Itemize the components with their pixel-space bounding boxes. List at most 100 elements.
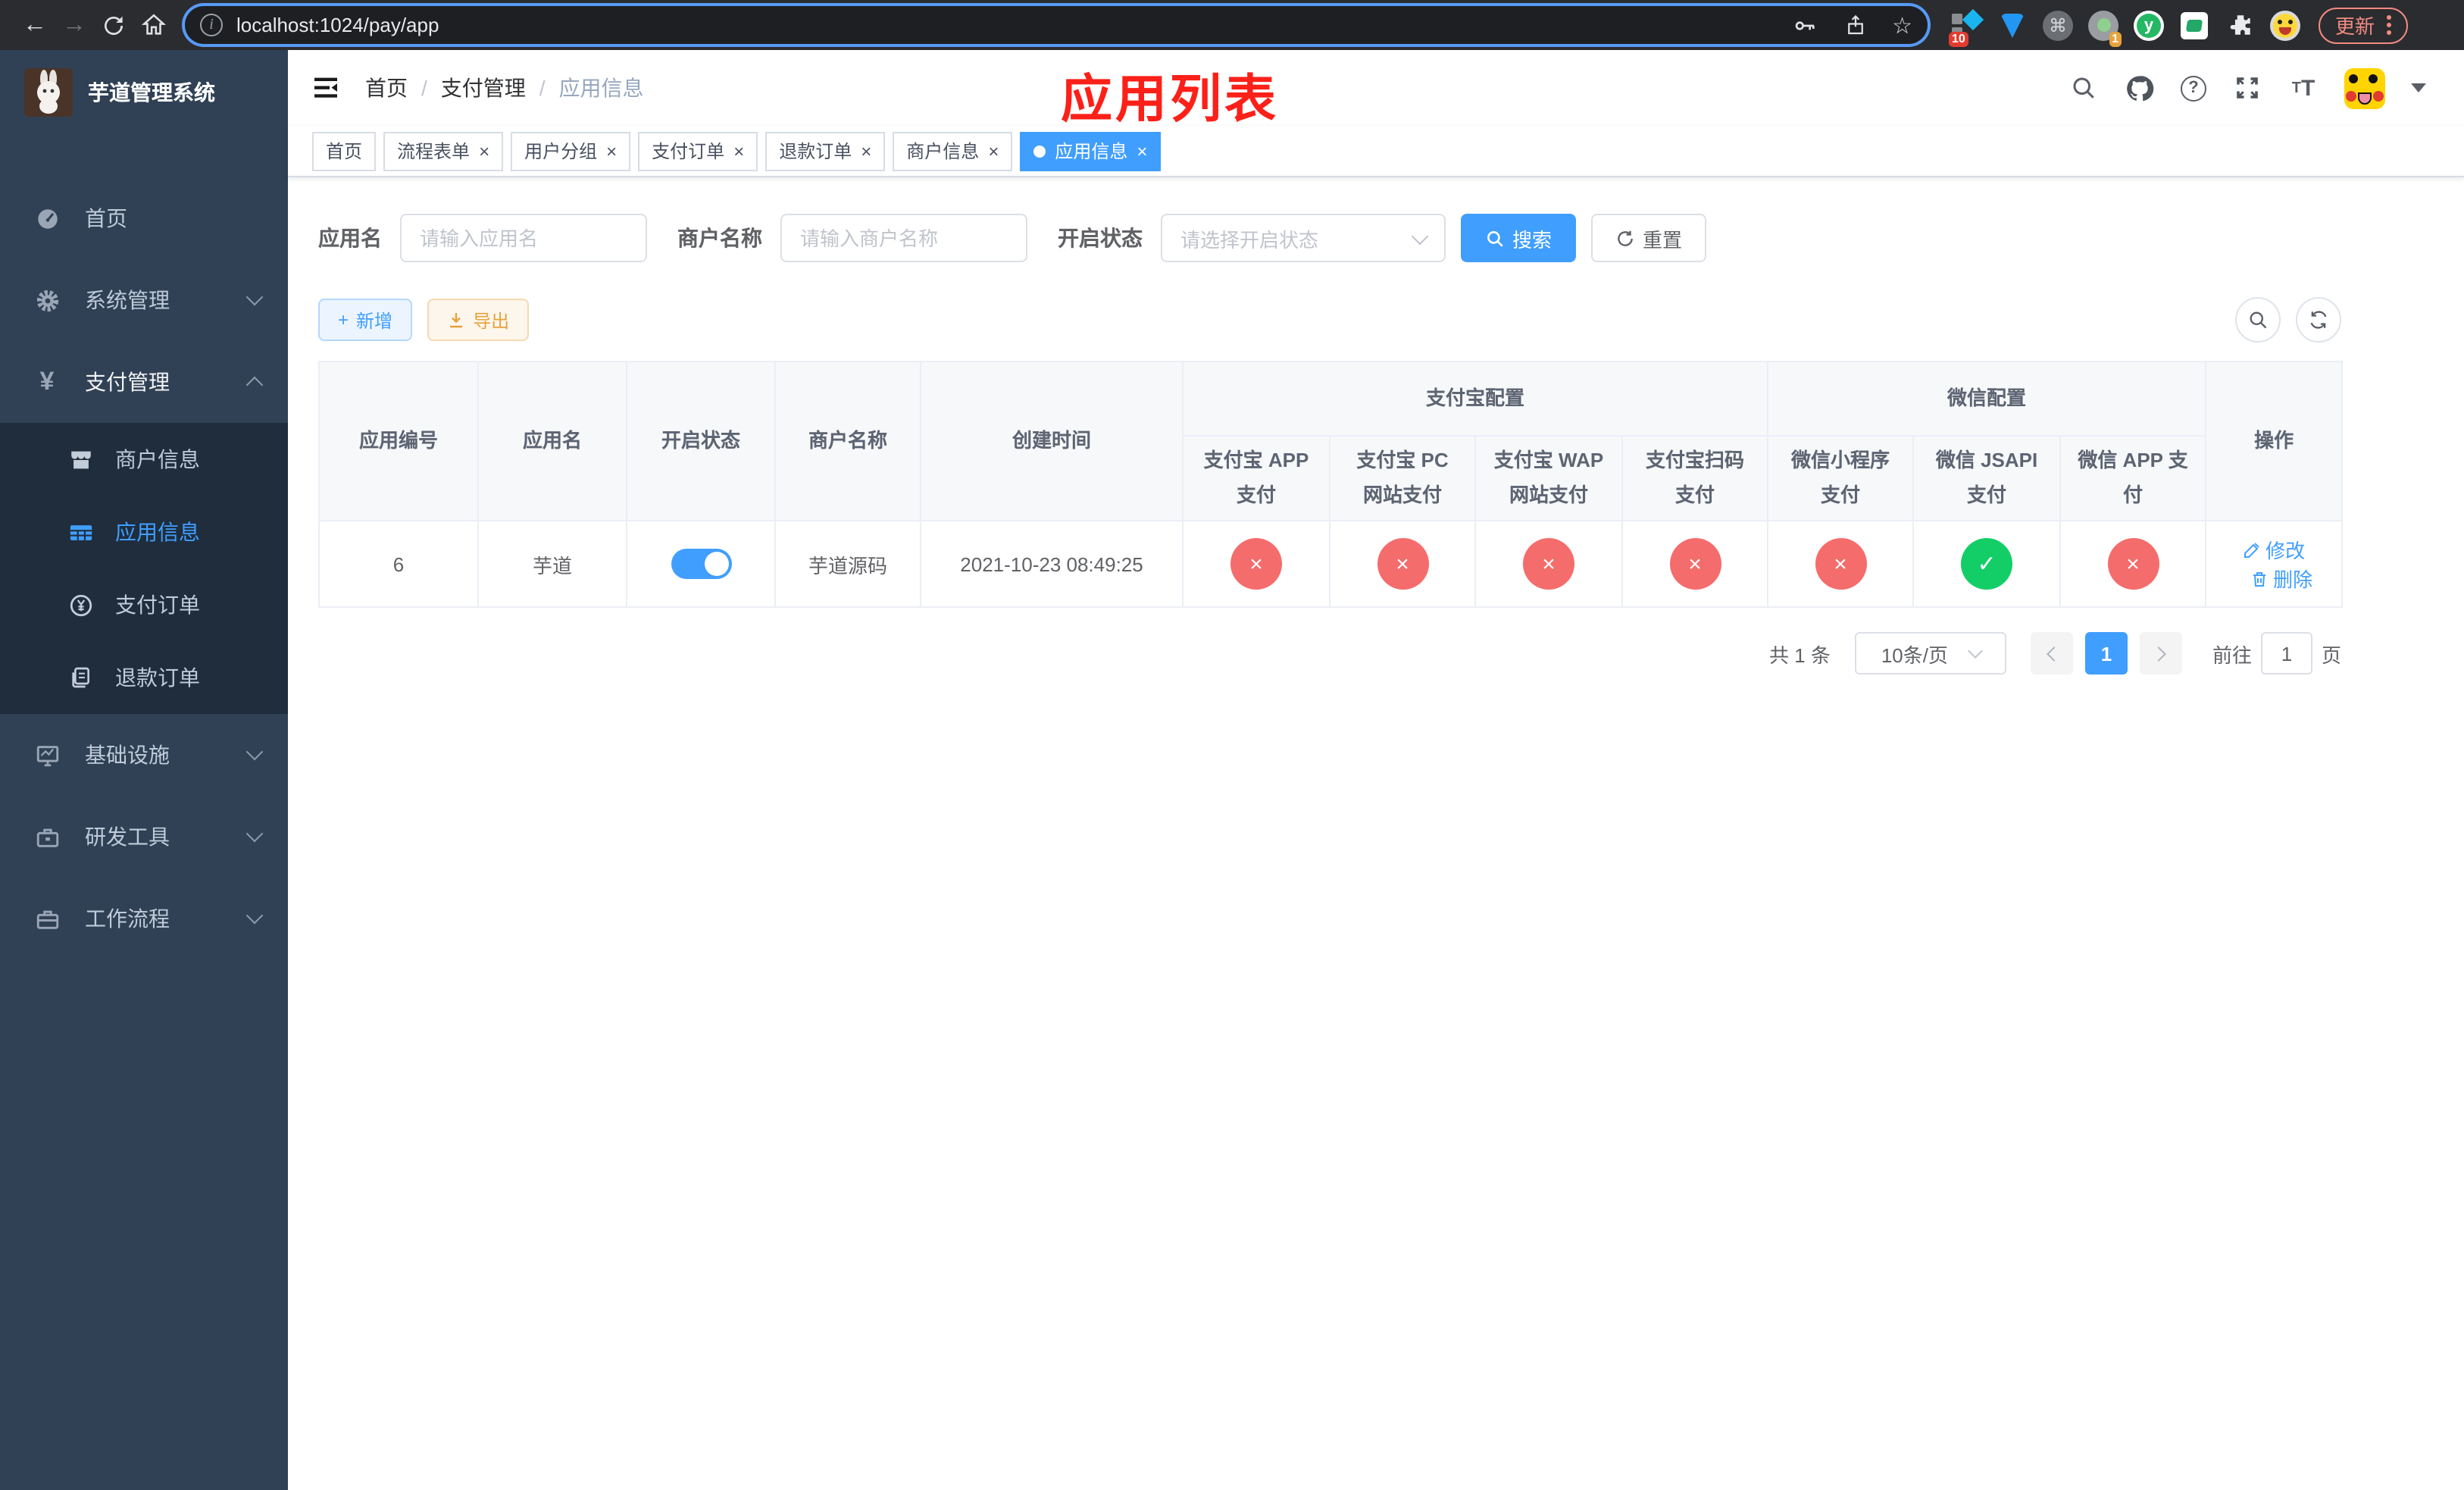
status-cross-icon: × (1669, 538, 1721, 590)
search-button[interactable]: 搜索 (1461, 214, 1577, 262)
cell-actions: 修改 删除 (2205, 520, 2344, 608)
sidebar-item-merchant-info[interactable]: 商户信息 (0, 423, 288, 496)
github-icon[interactable] (2125, 73, 2155, 103)
close-icon[interactable]: × (606, 142, 617, 160)
ext-recorder-icon[interactable]: 1 (2088, 10, 2122, 46)
browser-home-icon[interactable] (133, 5, 173, 45)
chevron-down-icon (1411, 227, 1429, 246)
sidebar-item-label: 支付管理 (85, 370, 170, 394)
goto-page-input[interactable] (2260, 632, 2312, 675)
tab-app-info-active[interactable]: 应用信息 × (1020, 131, 1162, 171)
ext-recorder-badge: 1 (2109, 31, 2122, 46)
monitor-icon (33, 741, 61, 768)
key-icon[interactable] (1789, 10, 1819, 40)
next-page-button[interactable] (2139, 632, 2182, 675)
breadcrumb-payment[interactable]: 支付管理 (441, 73, 526, 103)
gear-icon (33, 286, 61, 314)
col-header-wx-app: 微信 APP 支付 (2059, 435, 2207, 521)
close-icon[interactable]: × (479, 142, 489, 160)
page-content: 应用名 商户名称 开启状态 请选择开启状态 搜索 重置 (288, 177, 2464, 1490)
tab-user-group[interactable]: 用户分组 × (511, 131, 631, 171)
sidebar-item-app-info[interactable]: 应用信息 (0, 496, 288, 568)
bookmark-star-icon[interactable]: ☆ (1892, 11, 1912, 39)
extensions-puzzle-icon[interactable] (2225, 10, 2255, 40)
close-icon[interactable]: × (988, 142, 999, 160)
url-text[interactable]: localhost:1024/pay/app (236, 14, 439, 36)
ext-command-icon[interactable]: ⌘ (2043, 10, 2073, 40)
table-row: 6 芋道 芋道源码 2021-10-23 08:49:25 × × × × × (318, 520, 2344, 608)
avatar-caret-icon[interactable] (2411, 83, 2426, 92)
status-toggle[interactable] (671, 549, 731, 579)
ext-chat-icon[interactable] (2179, 10, 2209, 40)
browser-reload-icon[interactable] (94, 5, 133, 45)
refresh-button[interactable] (2296, 297, 2341, 343)
prev-page-button[interactable] (2030, 632, 2073, 675)
cell-alipay-wap: × (1474, 520, 1623, 608)
site-info-icon[interactable]: i (200, 14, 223, 36)
status-select[interactable]: 请选择开启状态 (1161, 214, 1446, 262)
browser-back-icon[interactable]: ← (15, 5, 55, 45)
briefcase-icon (33, 905, 61, 932)
sidebar-item-pay-order[interactable]: 支付订单 (0, 568, 288, 641)
table-toolbar: + 新增 导出 (318, 297, 2341, 343)
col-header-alipay-qr: 支付宝扫码支付 (1621, 435, 1769, 521)
tags-view-bar: 首页 流程表单 × 用户分组 × 支付订单 × 退款订单 × 商户信息 × 应用… (288, 126, 2464, 177)
app-name-input[interactable] (400, 214, 647, 262)
breadcrumb-home[interactable]: 首页 (365, 73, 408, 103)
ext-pin-badge: 10 (1949, 31, 1968, 46)
app-table: 应用编号 应用名 开启状态 商户名称 创建时间 支付宝配置 微信配置 操作 支付… (318, 361, 2344, 608)
fullscreen-icon[interactable] (2232, 73, 2262, 103)
app-title: 芋道管理系统 (88, 80, 215, 105)
browser-update-button[interactable]: 更新 (2319, 7, 2409, 43)
extension-icons: 10 ⌘ 1 y (1949, 8, 2300, 46)
sidebar-item-infrastructure[interactable]: 基础设施 (0, 714, 288, 796)
col-header-actions: 操作 (2205, 361, 2344, 521)
browser-forward-icon[interactable]: → (55, 5, 94, 45)
yen-icon: ¥ (39, 367, 55, 396)
help-icon[interactable]: ? (2181, 75, 2206, 101)
sidebar-item-dev-tools[interactable]: 研发工具 (0, 796, 288, 878)
share-icon[interactable] (1840, 10, 1871, 40)
user-avatar[interactable] (2344, 67, 2385, 108)
sidebar-item-system[interactable]: 系统管理 (0, 259, 288, 341)
ext-kite-icon[interactable] (1997, 10, 2028, 40)
header-search-icon[interactable] (2068, 73, 2099, 103)
sidebar-item-workflow[interactable]: 工作流程 (0, 878, 288, 959)
tab-merchant-info[interactable]: 商户信息 × (893, 131, 1013, 171)
sidebar-item-refund-order[interactable]: 退款订单 (0, 641, 288, 714)
browser-menu-icon[interactable] (2387, 15, 2392, 35)
page-number-1[interactable]: 1 (2084, 632, 2128, 675)
page-size-select[interactable]: 10条/页 (1854, 632, 2006, 675)
search-form: 应用名 商户名称 开启状态 请选择开启状态 搜索 重置 (318, 214, 2464, 262)
ext-pin-icon[interactable]: 10 (1949, 8, 1984, 46)
export-button[interactable]: 导出 (427, 299, 530, 341)
sidebar-submenu-payment: 商户信息 应用信息 支付订单 退款订单 (0, 423, 288, 714)
close-icon[interactable]: × (733, 142, 744, 160)
reset-button[interactable]: 重置 (1591, 214, 1707, 262)
sidebar-item-payment[interactable]: ¥ 支付管理 (0, 341, 288, 423)
tab-home[interactable]: 首页 (312, 131, 377, 171)
group-header-alipay: 支付宝配置 (1181, 361, 1769, 437)
sidebar-logo-row[interactable]: 芋道管理系统 (0, 50, 288, 135)
sidebar-item-home[interactable]: 首页 (0, 177, 288, 259)
goto-label: 前往 (2212, 643, 2252, 666)
chevron-down-icon (1967, 643, 1982, 659)
tab-process-form[interactable]: 流程表单 × (383, 131, 504, 171)
browser-profile-avatar[interactable] (2270, 10, 2300, 40)
edit-link[interactable]: 修改 (2243, 535, 2305, 564)
add-button[interactable]: + 新增 (318, 299, 413, 341)
delete-link[interactable]: 删除 (2250, 564, 2312, 593)
col-header-alipay-pc: 支付宝 PC 网站支付 (1329, 435, 1476, 521)
close-icon[interactable]: × (861, 142, 871, 160)
close-icon[interactable]: × (1137, 142, 1147, 160)
chevron-down-icon (245, 743, 264, 761)
cell-status (626, 520, 776, 608)
tab-pay-order[interactable]: 支付订单 × (638, 131, 758, 171)
sidebar-collapse-icon[interactable] (311, 73, 341, 103)
show-search-button[interactable] (2235, 297, 2281, 343)
merchant-name-input[interactable] (780, 214, 1027, 262)
address-bar[interactable]: i localhost:1024/pay/app ☆ (185, 6, 1928, 44)
font-size-icon[interactable]: TT (2288, 73, 2319, 103)
ext-green-y-icon[interactable]: y (2134, 10, 2164, 40)
tab-refund-order[interactable]: 退款订单 × (765, 131, 886, 171)
